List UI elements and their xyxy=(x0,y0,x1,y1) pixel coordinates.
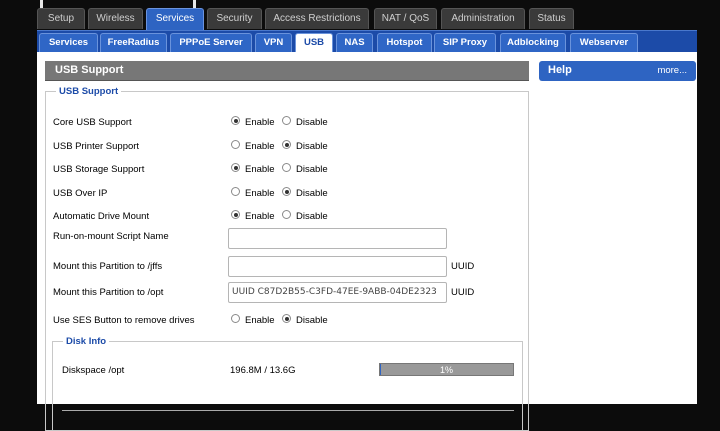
setting-row-auto-mount: Automatic Drive Mount Enable Disable xyxy=(53,208,523,226)
auto-mount-enable-radio[interactable] xyxy=(231,210,240,219)
tab-status[interactable]: Status xyxy=(529,8,574,29)
setting-row-usb-printer: USB Printer Support Enable Disable xyxy=(53,138,523,156)
tab-setup[interactable]: Setup xyxy=(37,8,85,29)
tab-services[interactable]: Services xyxy=(146,8,204,30)
enable-label: Enable xyxy=(245,164,275,175)
section-header: USB Support xyxy=(45,61,529,81)
enable-label: Enable xyxy=(245,315,275,326)
opt-partition-input[interactable]: UUID C87D2B55-C3FD-47EE-9ABB-04DE2323 xyxy=(228,282,447,303)
help-sidebar: Help more... xyxy=(531,52,697,404)
setting-row-usb-over-ip: USB Over IP Enable Disable xyxy=(53,185,523,203)
section-title: USB Support xyxy=(55,64,124,76)
core-usb-enable-radio[interactable] xyxy=(231,116,240,125)
subtab-hotspot[interactable]: Hotspot xyxy=(377,33,432,52)
disable-label: Disable xyxy=(296,211,328,222)
ses-enable-radio[interactable] xyxy=(231,314,240,323)
enable-label: Enable xyxy=(245,117,275,128)
subtab-webserver[interactable]: Webserver xyxy=(570,33,638,52)
disable-label: Disable xyxy=(296,141,328,152)
disk-usage-percent: 1% xyxy=(439,365,453,375)
setting-row-ses: Use SES Button to remove drives Enable D… xyxy=(53,312,523,330)
subtab-vpn[interactable]: VPN xyxy=(255,33,292,52)
setting-label: Use SES Button to remove drives xyxy=(53,315,195,326)
setting-row-opt: Mount this Partition to /opt UUID C87D2B… xyxy=(53,282,523,304)
tab-access-restrictions[interactable]: Access Restrictions xyxy=(265,8,369,29)
disable-label: Disable xyxy=(296,117,328,128)
disable-label: Disable xyxy=(296,164,328,175)
subtab-adblocking[interactable]: Adblocking xyxy=(500,33,566,52)
setting-row-script-name: Run-on-mount Script Name xyxy=(53,228,523,250)
disk-usage-progress: 1% xyxy=(379,363,514,376)
usb-storage-disable-radio[interactable] xyxy=(282,163,291,172)
setting-row-jffs: Mount this Partition to /jffs UUID xyxy=(53,256,523,278)
setting-row-core-usb: Core USB Support Enable Disable xyxy=(53,114,523,132)
auto-mount-disable-radio[interactable] xyxy=(282,210,291,219)
setting-label: Core USB Support xyxy=(53,117,132,128)
subtab-sip-proxy[interactable]: SIP Proxy xyxy=(434,33,496,52)
jffs-uuid-label: UUID xyxy=(451,261,475,272)
subtab-pppoe-server[interactable]: PPPoE Server xyxy=(170,33,252,52)
usb-over-ip-disable-radio[interactable] xyxy=(282,187,291,196)
divider xyxy=(62,410,514,411)
help-header: Help more... xyxy=(539,61,696,81)
disk-info-fieldset: Disk Info Diskspace /opt 196.8M / 13.6G … xyxy=(52,336,523,431)
disk-info-legend: Disk Info xyxy=(63,336,110,347)
subtab-services[interactable]: Services xyxy=(39,33,98,52)
jffs-partition-input[interactable] xyxy=(228,256,447,277)
opt-uuid-label: UUID xyxy=(451,287,475,298)
usb-storage-enable-radio[interactable] xyxy=(231,163,240,172)
tab-security[interactable]: Security xyxy=(207,8,262,29)
usb-printer-disable-radio[interactable] xyxy=(282,140,291,149)
enable-label: Enable xyxy=(245,211,275,222)
setting-label: Mount this Partition to /opt xyxy=(53,287,164,298)
main-content: USB Support USB Support Core USB Support… xyxy=(37,52,531,431)
disk-space-value: 196.8M / 13.6G xyxy=(230,365,296,376)
setting-row-usb-storage: USB Storage Support Enable Disable xyxy=(53,161,523,179)
fieldset-legend: USB Support xyxy=(56,86,122,97)
setting-label: USB Over IP xyxy=(53,188,108,199)
setting-label: USB Storage Support xyxy=(53,164,145,175)
disk-row: Diskspace /opt 196.8M / 13.6G 1% xyxy=(62,363,517,381)
tab-administration[interactable]: Administration xyxy=(441,8,525,29)
tab-nat-qos[interactable]: NAT / QoS xyxy=(374,8,437,29)
help-more-link[interactable]: more... xyxy=(657,65,687,76)
usb-over-ip-enable-radio[interactable] xyxy=(231,187,240,196)
disable-label: Disable xyxy=(296,188,328,199)
setting-label: Mount this Partition to /jffs xyxy=(53,261,163,272)
enable-label: Enable xyxy=(245,188,275,199)
disable-label: Disable xyxy=(296,315,328,326)
help-title: Help xyxy=(548,64,572,76)
tab-wireless[interactable]: Wireless xyxy=(88,8,143,29)
ses-disable-radio[interactable] xyxy=(282,314,291,323)
subtab-usb[interactable]: USB xyxy=(295,33,333,52)
subtab-nas[interactable]: NAS xyxy=(336,33,373,52)
setting-label: Automatic Drive Mount xyxy=(53,211,150,222)
setting-label: USB Printer Support xyxy=(53,141,140,152)
usb-support-fieldset: USB Support Core USB Support Enable Disa… xyxy=(45,86,529,431)
brand-logo xyxy=(40,0,196,8)
setting-label: Run-on-mount Script Name xyxy=(53,231,169,242)
logo-banner xyxy=(0,0,720,8)
enable-label: Enable xyxy=(245,141,275,152)
subtab-freeradius[interactable]: FreeRadius xyxy=(100,33,167,52)
core-usb-disable-radio[interactable] xyxy=(282,116,291,125)
script-name-input[interactable] xyxy=(228,228,447,249)
sub-navigation: Services FreeRadius PPPoE Server VPN USB… xyxy=(37,30,697,53)
disk-label: Diskspace /opt xyxy=(62,365,125,376)
usb-printer-enable-radio[interactable] xyxy=(231,140,240,149)
